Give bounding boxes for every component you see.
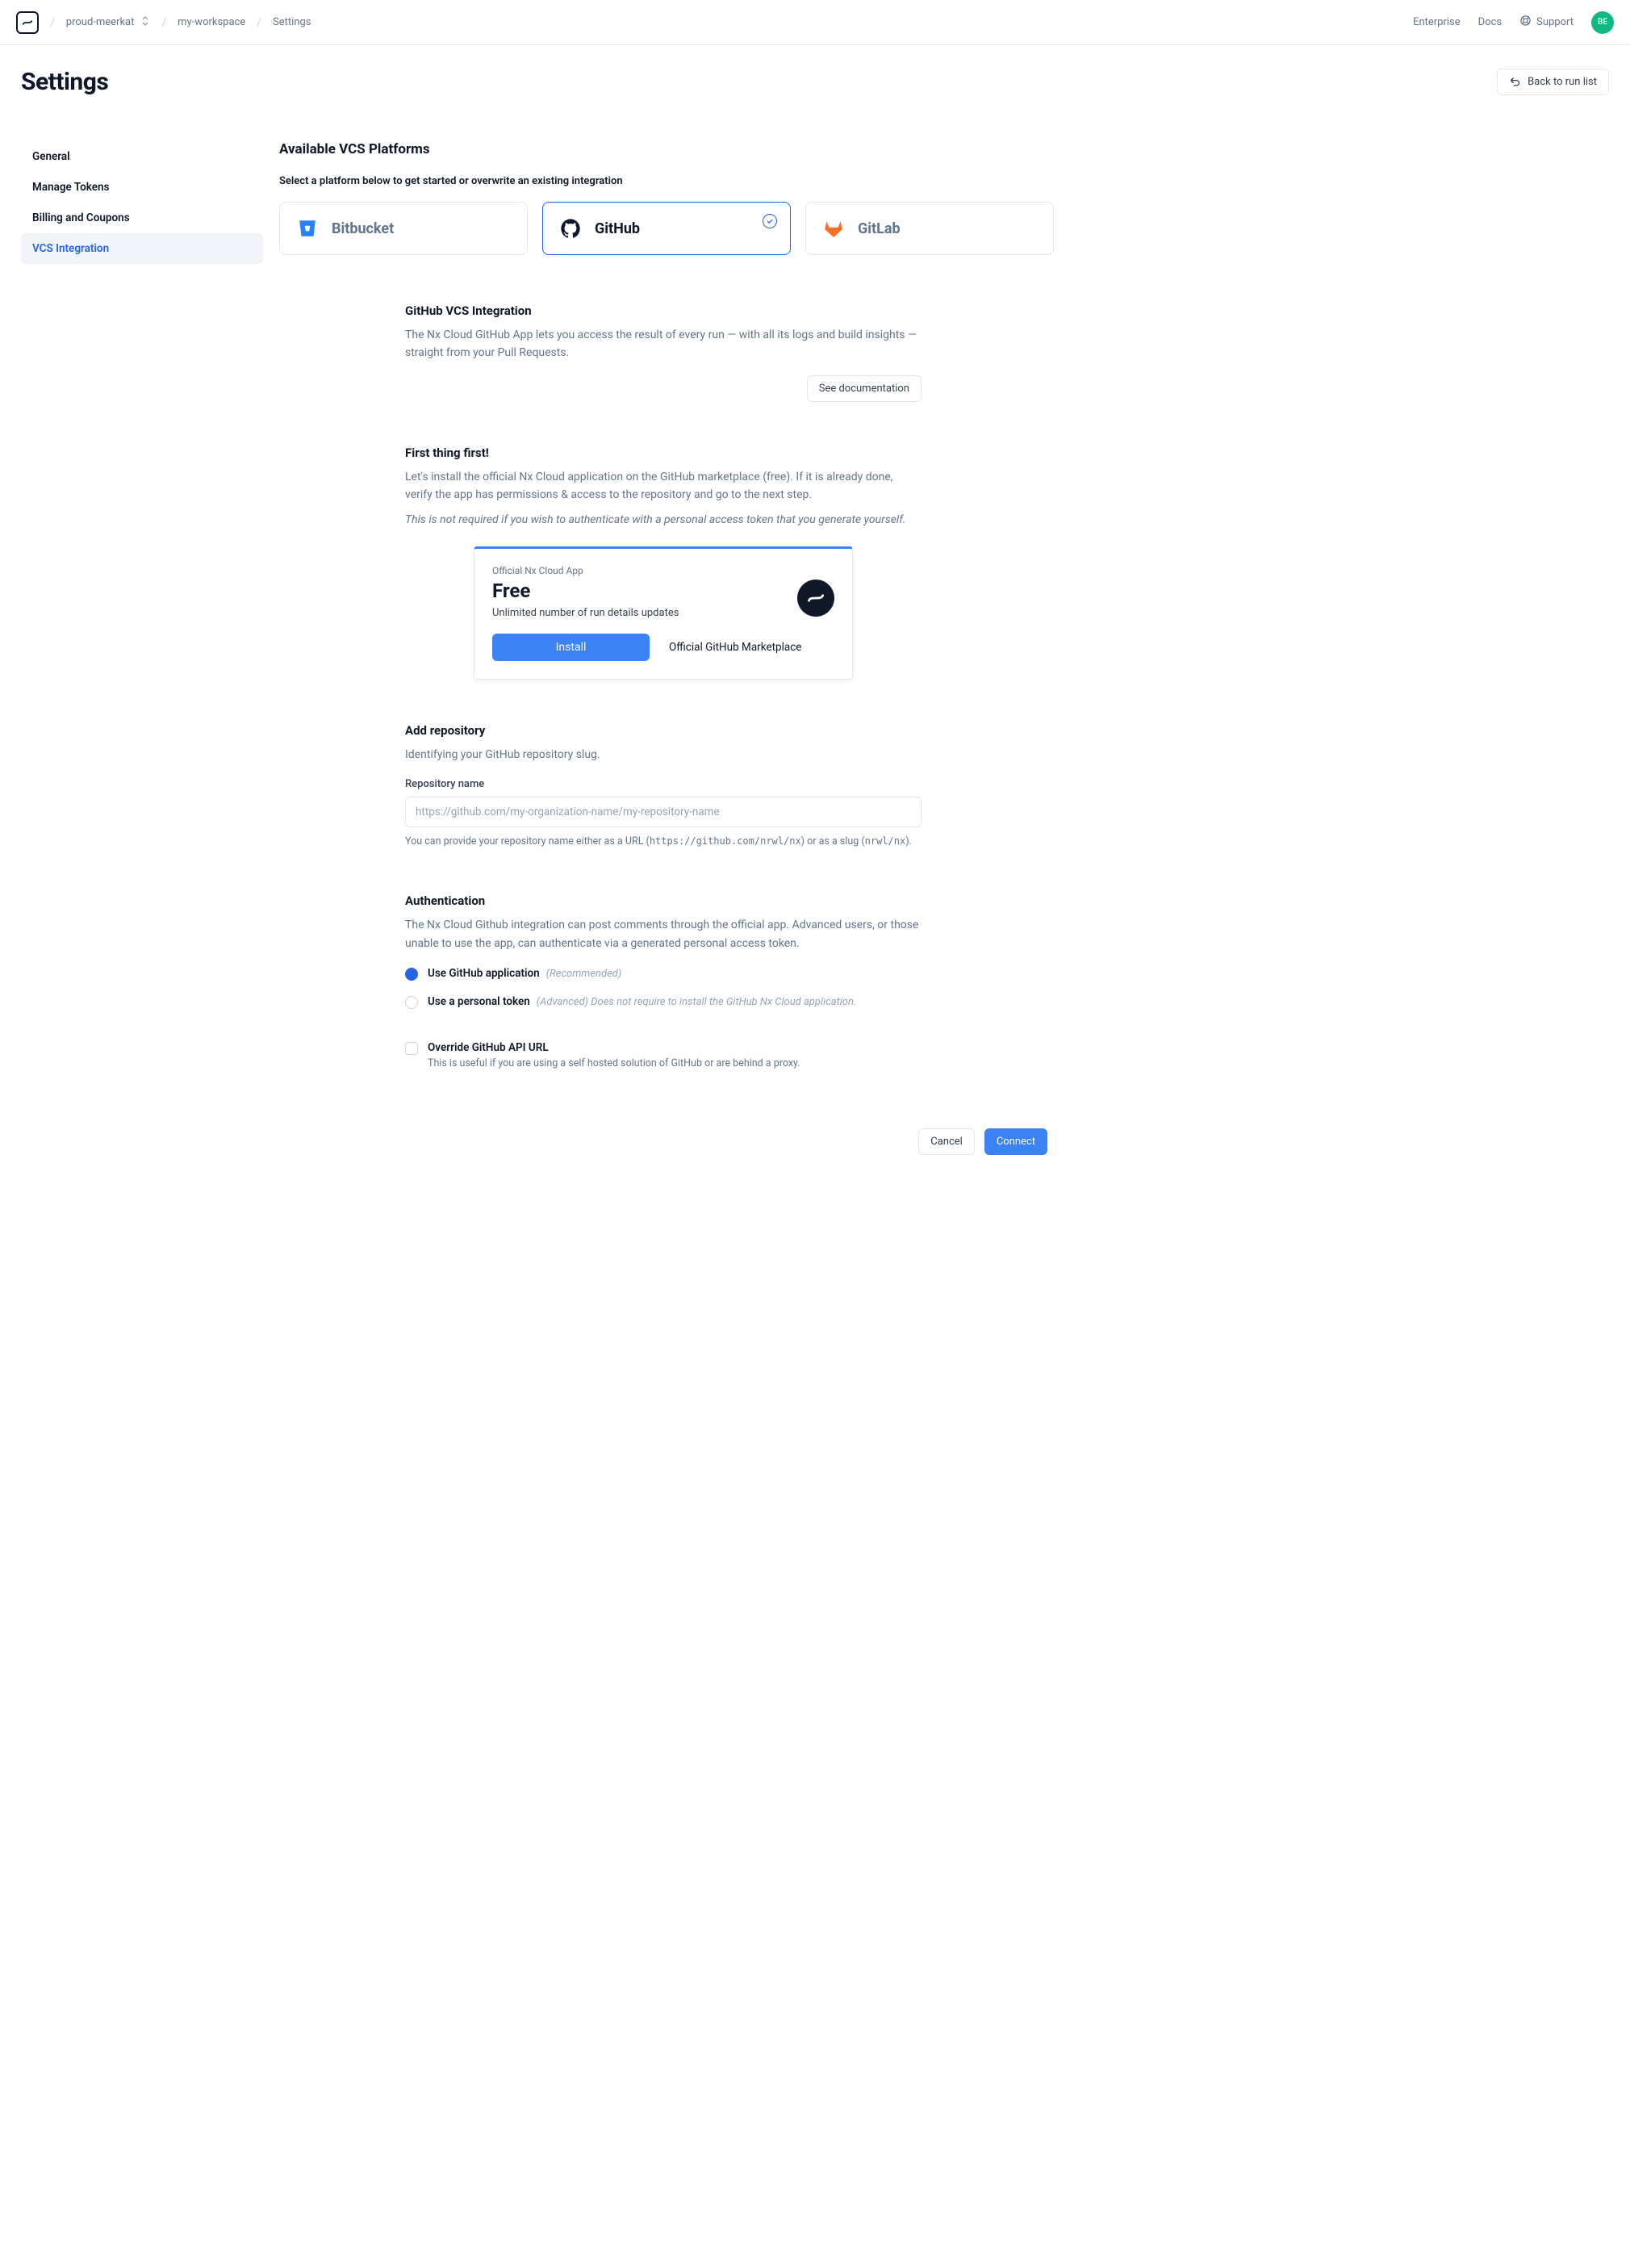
support-link[interactable]: Support	[1536, 16, 1574, 28]
platform-label: Bitbucket	[332, 220, 394, 237]
lifebuoy-icon	[1519, 15, 1532, 30]
auth-option-github-app[interactable]: Use GitHub application (Recommended)	[405, 967, 922, 981]
auth-option-personal-token[interactable]: Use a personal token (Advanced) Does not …	[405, 995, 922, 1009]
docs-link[interactable]: Docs	[1478, 16, 1502, 28]
chevron-up-down-icon	[140, 15, 150, 30]
install-card: Official Nx Cloud App Free Unlimited num…	[474, 546, 853, 680]
radio-label: Use GitHub application	[428, 967, 540, 980]
sidebar-item-manage-tokens[interactable]: Manage Tokens	[21, 172, 263, 203]
app-logo[interactable]	[16, 11, 39, 34]
back-button-label: Back to run list	[1528, 76, 1597, 88]
bitbucket-icon	[296, 217, 319, 240]
repo-name-label: Repository name	[405, 778, 922, 790]
radio-label: Use a personal token	[428, 995, 530, 1008]
breadcrumb-current: Settings	[273, 16, 311, 28]
sidebar-item-vcs-integration[interactable]: VCS Integration	[21, 233, 263, 264]
connect-button[interactable]: Connect	[984, 1128, 1047, 1155]
platform-label: GitLab	[858, 220, 901, 237]
settings-sidebar: General Manage Tokens Billing and Coupon…	[21, 112, 263, 1155]
radio-hint: (Recommended)	[546, 968, 622, 980]
platform-gitlab[interactable]: GitLab	[805, 202, 1054, 255]
platform-github[interactable]: GitHub	[542, 202, 791, 255]
repo-name-input[interactable]	[405, 797, 922, 827]
platform-label: GitHub	[595, 220, 640, 237]
vcs-title: Available VCS Platforms	[279, 141, 1054, 157]
breadcrumb-workspace[interactable]: my-workspace	[178, 16, 245, 28]
repo-name-helper: You can provide your repository name eit…	[405, 834, 922, 850]
override-api-url-checkbox[interactable]: Override GitHub API URL This is useful i…	[405, 1041, 922, 1072]
install-card-price: Free	[492, 580, 834, 602]
radio-icon	[405, 968, 418, 981]
breadcrumb-sep: /	[161, 16, 166, 29]
checkbox-label: Override GitHub API URL	[428, 1041, 800, 1054]
github-integration-desc: The Nx Cloud GitHub App lets you access …	[405, 326, 922, 362]
first-thing-title: First thing first!	[405, 446, 922, 460]
breadcrumb-org[interactable]: proud-meerkat	[66, 15, 151, 30]
first-thing-p1: Let's install the official Nx Cloud appl…	[405, 468, 922, 504]
page-title: Settings	[21, 68, 108, 96]
install-button[interactable]: Install	[492, 634, 650, 661]
breadcrumb-sep: /	[257, 16, 261, 29]
main-content: Available VCS Platforms Select a platfor…	[279, 112, 1054, 1155]
topbar: / proud-meerkat / my-workspace / Setting…	[0, 0, 1630, 45]
back-to-run-list-button[interactable]: Back to run list	[1497, 69, 1609, 95]
footer-actions: Cancel Connect	[405, 1128, 1047, 1155]
platform-bitbucket[interactable]: Bitbucket	[279, 202, 528, 255]
see-documentation-button[interactable]: See documentation	[807, 375, 922, 402]
marketplace-link[interactable]: Official GitHub Marketplace	[669, 641, 801, 654]
nx-logo-icon	[797, 580, 834, 617]
sidebar-item-general[interactable]: General	[21, 141, 263, 172]
page-header: Settings Back to run list	[0, 45, 1630, 112]
github-integration-title: GitHub VCS Integration	[405, 303, 922, 318]
check-circle-icon	[763, 214, 777, 228]
radio-icon	[405, 996, 418, 1009]
radio-hint: (Advanced) Does not require to install t…	[537, 996, 857, 1008]
install-card-desc: Unlimited number of run details updates	[492, 607, 834, 619]
checkbox-hint: This is useful if you are using a self h…	[428, 1056, 800, 1072]
install-card-label: Official Nx Cloud App	[492, 565, 834, 576]
user-avatar[interactable]: BE	[1591, 11, 1614, 34]
vcs-subtitle: Select a platform below to get started o…	[279, 175, 1054, 187]
breadcrumb-sep: /	[50, 16, 55, 29]
undo-icon	[1509, 76, 1521, 88]
cancel-button[interactable]: Cancel	[918, 1128, 975, 1155]
sidebar-item-billing[interactable]: Billing and Coupons	[21, 203, 263, 233]
enterprise-link[interactable]: Enterprise	[1413, 16, 1461, 28]
gitlab-icon	[822, 217, 845, 240]
auth-desc: The Nx Cloud Github integration can post…	[405, 916, 922, 952]
add-repo-desc: Identifying your GitHub repository slug.	[405, 746, 922, 764]
checkbox-icon	[405, 1042, 418, 1055]
first-thing-p2: This is not required if you wish to auth…	[405, 511, 922, 529]
github-icon	[559, 217, 582, 240]
auth-title: Authentication	[405, 893, 922, 908]
add-repo-title: Add repository	[405, 723, 922, 738]
